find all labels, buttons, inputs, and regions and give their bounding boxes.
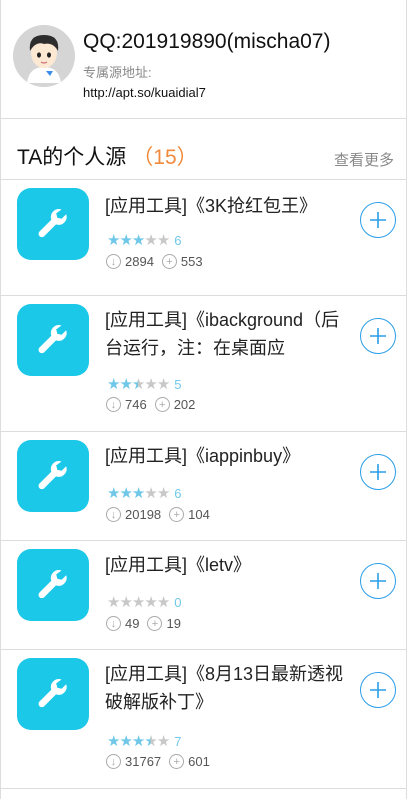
rating-stars: ★★★★★ 6 bbox=[107, 232, 182, 249]
source-address-label: 专属源地址: bbox=[83, 65, 152, 80]
profile-header: QQ:201919890(mischa07) 专属源地址: http://apt… bbox=[1, 0, 406, 119]
app-stats: ↓ 2894 +553 bbox=[106, 254, 203, 269]
wrench-icon[interactable] bbox=[17, 549, 89, 621]
section-title-text: TA的个人源 bbox=[17, 146, 127, 169]
rating-count: 5 bbox=[174, 377, 182, 392]
add-count: 19 bbox=[166, 616, 181, 631]
add-count-icon: + bbox=[161, 254, 177, 269]
plus-icon bbox=[368, 210, 388, 230]
download-icon: ↓ bbox=[106, 397, 121, 412]
page: QQ:201919890(mischa07) 专属源地址: http://apt… bbox=[0, 0, 407, 799]
plus-icon bbox=[368, 462, 388, 482]
app-name[interactable]: [应用工具]《letv》 bbox=[105, 551, 348, 579]
list-item[interactable]: [应用工具]《3K抢红包王》 ★★★★★ 6 ↓ 2894 +553 bbox=[1, 180, 406, 296]
rating-count: 7 bbox=[174, 734, 182, 749]
list-item[interactable]: [应用工具]《ibackground（后台运行，注：在桌面应 ★★★★★ 5 ↓ 746… bbox=[1, 296, 406, 432]
download-icon: ↓ bbox=[106, 507, 121, 522]
page-title: QQ:201919890(mischa07) bbox=[83, 30, 331, 53]
rating-count: 6 bbox=[174, 233, 182, 248]
add-count: 202 bbox=[173, 397, 196, 412]
add-count-icon: + bbox=[154, 397, 170, 412]
app-name[interactable]: [应用工具]《8月13日最新透视破解版补丁》 bbox=[105, 660, 348, 716]
app-stats: ↓ 20198 +104 bbox=[106, 507, 210, 522]
rating-stars: ★★★★★ 7 bbox=[107, 733, 182, 750]
rating-stars: ★★★★★ 0 bbox=[107, 594, 182, 611]
rating-stars: ★★★★★ 6 bbox=[107, 485, 182, 502]
list-item[interactable]: [应用工具]《iappinbuy》 ★★★★★ 6 ↓ 20198 +104 bbox=[1, 432, 406, 541]
section-title: TA的个人源 （15） bbox=[17, 141, 198, 171]
add-count: 601 bbox=[188, 754, 210, 769]
add-count-icon: + bbox=[147, 616, 163, 631]
app-stats: ↓ 49 +19 bbox=[106, 616, 181, 631]
avatar[interactable] bbox=[13, 25, 75, 87]
avatar-icon bbox=[13, 25, 75, 87]
wrench-icon[interactable] bbox=[17, 440, 89, 512]
download-icon: ↓ bbox=[106, 616, 121, 631]
add-source-button[interactable] bbox=[360, 563, 396, 599]
app-name[interactable]: [应用工具]《iappinbuy》 bbox=[105, 442, 348, 470]
app-list: [应用工具]《3K抢红包王》 ★★★★★ 6 ↓ 2894 +553 [应用工具]《ibac… bbox=[1, 180, 406, 789]
download-count: 20198 bbox=[125, 507, 162, 522]
list-item[interactable]: [应用工具]《letv》 ★★★★★ 0 ↓ 49 +19 bbox=[1, 541, 406, 650]
download-count: 31767 bbox=[125, 754, 162, 769]
download-icon: ↓ bbox=[106, 754, 121, 769]
app-name[interactable]: [应用工具]《3K抢红包王》 bbox=[105, 192, 348, 220]
add-source-button[interactable] bbox=[360, 318, 396, 354]
plus-icon bbox=[368, 326, 388, 346]
section-header: TA的个人源 （15） 查看更多 bbox=[1, 119, 406, 180]
app-name[interactable]: [应用工具]《ibackground（后台运行，注：在桌面应 bbox=[105, 306, 348, 362]
add-source-button[interactable] bbox=[360, 454, 396, 490]
rating-count: 0 bbox=[174, 595, 182, 610]
rating-count: 6 bbox=[174, 486, 182, 501]
see-more-link[interactable]: 查看更多 bbox=[334, 149, 394, 170]
wrench-icon[interactable] bbox=[17, 658, 89, 730]
wrench-icon[interactable] bbox=[17, 188, 89, 260]
source-address-link[interactable]: http://apt.so/kuaidial7 bbox=[83, 85, 206, 100]
app-stats: ↓ 746 +202 bbox=[106, 397, 195, 412]
plus-icon bbox=[368, 680, 388, 700]
download-count: 49 bbox=[125, 616, 140, 631]
plus-icon bbox=[368, 571, 388, 591]
download-icon: ↓ bbox=[106, 254, 121, 269]
list-item[interactable]: [应用工具]《8月13日最新透视破解版补丁》 ★★★★★ 7 ↓ 31767 +601 bbox=[1, 650, 406, 789]
app-stats: ↓ 31767 +601 bbox=[106, 754, 210, 769]
download-count: 746 bbox=[125, 397, 147, 412]
add-count-icon: + bbox=[169, 507, 185, 522]
rating-stars: ★★★★★ 5 bbox=[107, 376, 182, 393]
wrench-icon[interactable] bbox=[17, 304, 89, 376]
section-count: （15） bbox=[132, 146, 198, 169]
add-source-button[interactable] bbox=[360, 672, 396, 708]
add-count: 104 bbox=[188, 507, 210, 522]
add-count: 553 bbox=[180, 254, 203, 269]
download-count: 2894 bbox=[125, 254, 154, 269]
add-source-button[interactable] bbox=[360, 202, 396, 238]
add-count-icon: + bbox=[169, 754, 185, 769]
